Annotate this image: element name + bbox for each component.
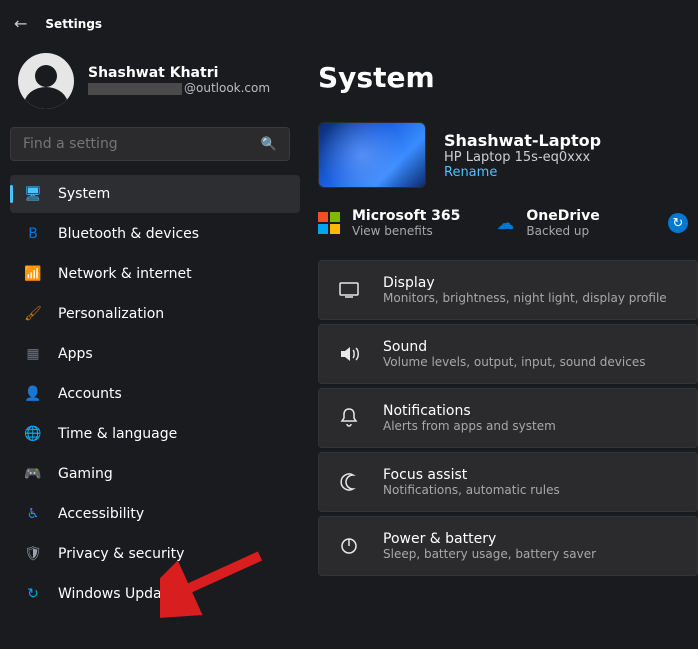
device-name: Shashwat-Laptop xyxy=(444,131,601,150)
moon-icon xyxy=(337,473,361,491)
card-notifications[interactable]: Notifications Alerts from apps and syste… xyxy=(318,388,698,448)
microsoft-logo-icon xyxy=(318,212,340,234)
sidebar-item-label: Network & internet xyxy=(58,266,192,282)
card-subtitle: Sleep, battery usage, battery saver xyxy=(383,547,596,561)
profile-name: Shashwat Khatri xyxy=(88,65,270,81)
card-subtitle: Alerts from apps and system xyxy=(383,419,556,433)
sidebar-item-network-internet[interactable]: 📶 Network & internet xyxy=(10,255,300,293)
sidebar-item-personalization[interactable]: 🖌 Personalization xyxy=(10,295,300,333)
device-model: HP Laptop 15s-eq0xxx xyxy=(444,150,601,165)
card-title: Sound xyxy=(383,339,645,355)
sync-icon[interactable]: ↻ xyxy=(668,213,688,233)
sidebar-item-label: Accessibility xyxy=(58,506,144,522)
cloud-icon: ☁ xyxy=(496,213,514,234)
card-title: Power & battery xyxy=(383,531,596,547)
sidebar: Shashwat Khatri @outlook.com 🔍 🖥 SystemB… xyxy=(0,41,300,615)
device-thumbnail[interactable] xyxy=(318,122,426,188)
sidebar-item-label: Privacy & security xyxy=(58,546,184,562)
sidebar-item-label: Apps xyxy=(58,346,93,362)
card-sound[interactable]: Sound Volume levels, output, input, soun… xyxy=(318,324,698,384)
wifi-icon: 📶 xyxy=(24,265,42,283)
card-subtitle: Monitors, brightness, night light, displ… xyxy=(383,291,667,305)
sidebar-item-label: Personalization xyxy=(58,306,164,322)
onedrive-sub: Backed up xyxy=(526,224,599,238)
card-title: Notifications xyxy=(383,403,556,419)
services-row: Microsoft 365 View benefits ☁ OneDrive B… xyxy=(318,208,698,238)
card-subtitle: Volume levels, output, input, sound devi… xyxy=(383,355,645,369)
sidebar-item-label: Bluetooth & devices xyxy=(58,226,199,242)
avatar xyxy=(18,53,74,109)
sidebar-item-accounts[interactable]: 👤 Accounts xyxy=(10,375,300,413)
sidebar-item-label: Time & language xyxy=(58,426,177,442)
card-display[interactable]: Display Monitors, brightness, night ligh… xyxy=(318,260,698,320)
back-arrow-icon[interactable]: ← xyxy=(14,14,27,33)
search-icon: 🔍 xyxy=(261,137,277,152)
device-section: Shashwat-Laptop HP Laptop 15s-eq0xxx Ren… xyxy=(318,122,698,188)
sidebar-item-bluetooth-devices[interactable]: B Bluetooth & devices xyxy=(10,215,300,253)
sound-icon xyxy=(337,345,361,363)
sidebar-item-windows-update[interactable]: ↻ Windows Update xyxy=(10,575,300,613)
sidebar-item-label: Accounts xyxy=(58,386,122,402)
accessibility-icon: ♿ xyxy=(24,505,42,523)
sidebar-item-privacy-security[interactable]: 🛡 Privacy & security xyxy=(10,535,300,573)
sidebar-item-gaming[interactable]: 🎮 Gaming xyxy=(10,455,300,493)
profile-email: @outlook.com xyxy=(88,81,270,97)
sidebar-item-time-language[interactable]: 🌐 Time & language xyxy=(10,415,300,453)
card-title: Display xyxy=(383,275,667,291)
card-focus-assist[interactable]: Focus assist Notifications, automatic ru… xyxy=(318,452,698,512)
content-area: System Shashwat-Laptop HP Laptop 15s-eq0… xyxy=(300,41,698,615)
sidebar-item-label: Windows Update xyxy=(58,586,176,602)
person-icon: 👤 xyxy=(24,385,42,403)
rename-link[interactable]: Rename xyxy=(444,165,601,180)
service-onedrive[interactable]: ☁ OneDrive Backed up xyxy=(496,208,599,238)
gaming-icon: 🎮 xyxy=(24,465,42,483)
sidebar-nav: 🖥 SystemB Bluetooth & devices📶 Network &… xyxy=(10,175,300,613)
sidebar-item-label: System xyxy=(58,186,110,202)
bluetooth-icon: B xyxy=(24,225,42,243)
update-icon: ↻ xyxy=(24,585,42,603)
header-title: Settings xyxy=(45,17,102,31)
settings-cards: Display Monitors, brightness, night ligh… xyxy=(318,260,698,576)
apps-icon: ▦ xyxy=(24,345,42,363)
sidebar-item-apps[interactable]: ▦ Apps xyxy=(10,335,300,373)
sidebar-item-accessibility[interactable]: ♿ Accessibility xyxy=(10,495,300,533)
card-power-battery[interactable]: Power & battery Sleep, battery usage, ba… xyxy=(318,516,698,576)
system-icon: 🖥 xyxy=(24,185,42,203)
page-title: System xyxy=(318,61,698,94)
card-subtitle: Notifications, automatic rules xyxy=(383,483,560,497)
profile-section[interactable]: Shashwat Khatri @outlook.com xyxy=(10,47,300,127)
sidebar-item-system[interactable]: 🖥 System xyxy=(10,175,300,213)
redacted-email-prefix xyxy=(88,83,182,95)
m365-sub: View benefits xyxy=(352,224,460,238)
brush-icon: 🖌 xyxy=(24,305,42,323)
shield-icon: 🛡 xyxy=(24,545,42,563)
search-input-wrap[interactable]: 🔍 xyxy=(10,127,290,161)
m365-title: Microsoft 365 xyxy=(352,208,460,224)
search-input[interactable] xyxy=(23,136,261,152)
display-icon xyxy=(337,282,361,298)
sidebar-item-label: Gaming xyxy=(58,466,113,482)
card-title: Focus assist xyxy=(383,467,560,483)
service-microsoft-365[interactable]: Microsoft 365 View benefits xyxy=(318,208,460,238)
power-icon xyxy=(337,537,361,555)
onedrive-title: OneDrive xyxy=(526,208,599,224)
bell-icon xyxy=(337,408,361,428)
clock-globe-icon: 🌐 xyxy=(24,425,42,443)
